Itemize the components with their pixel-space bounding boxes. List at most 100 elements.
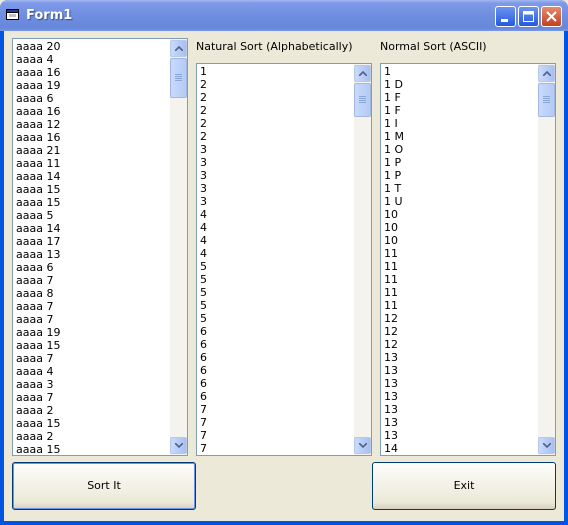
list-item[interactable]: 13 [384,403,537,416]
list-item[interactable]: 6 [200,351,353,364]
title-bar[interactable]: Form1 [0,0,568,31]
scroll-down-button[interactable] [354,437,371,454]
normal-sort-listbox[interactable]: 11 D1 F1 F1 I1 M1 O1 P1 P1 T1 U 10 10 10 11 1… [380,63,556,456]
list-item[interactable]: 3 [200,156,353,169]
list-item[interactable]: 3 [200,169,353,182]
list-item[interactable]: 5 [200,273,353,286]
scroll-up-button[interactable] [354,65,371,82]
list-item[interactable]: 2 [200,91,353,104]
list-item[interactable]: 7 [200,429,353,442]
list-item[interactable]: 11 [384,273,537,286]
list-item[interactable]: aaaa 3 [16,378,169,391]
list-item[interactable]: aaaa 11 [16,157,169,170]
list-item[interactable]: 4 [200,208,353,221]
list-item[interactable]: aaaa 19 [16,79,169,92]
list-item[interactable]: 12 [384,338,537,351]
list-item[interactable]: aaaa 7 [16,274,169,287]
list-item[interactable]: 3 [200,195,353,208]
scroll-thumb[interactable] [170,58,187,98]
list-item[interactable]: 7 [200,403,353,416]
list-item[interactable]: 11 [384,247,537,260]
list-item[interactable]: 6 [200,390,353,403]
list-item[interactable]: 4 [200,221,353,234]
list-item[interactable]: 5 [200,286,353,299]
list-item[interactable]: aaaa 7 [16,391,169,404]
list-item[interactable]: aaaa 12 [16,118,169,131]
list-item[interactable]: 2 [200,78,353,91]
list-item[interactable]: 4 [200,234,353,247]
list-item[interactable]: 6 [200,338,353,351]
list-item[interactable]: 5 [200,312,353,325]
list-item[interactable]: 1 T [384,182,537,195]
list-item[interactable]: 13 [384,429,537,442]
list-item[interactable]: 1 [200,65,353,78]
list-item[interactable]: 3 [200,143,353,156]
list-item[interactable]: 1 F [384,104,537,117]
unsorted-listbox[interactable]: aaaa 20 aaaa 4 aaaa 16 aaaa 19 aaaa 6 aaaa 16… [12,38,188,456]
list-item[interactable]: 2 [200,130,353,143]
list-item[interactable]: 6 [200,377,353,390]
list-item[interactable]: 10 [384,221,537,234]
list-item[interactable]: aaaa 17 [16,235,169,248]
list-item[interactable]: aaaa 6 [16,92,169,105]
list-item[interactable]: 1 I [384,117,537,130]
list-item[interactable]: 5 [200,260,353,273]
list-item[interactable]: 1 P [384,156,537,169]
list-item[interactable]: aaaa 15 [16,443,169,455]
list-item[interactable]: 12 [384,325,537,338]
list-item[interactable]: aaaa 13 [16,248,169,261]
list-item[interactable]: aaaa 15 [16,339,169,352]
list-item[interactable]: aaaa 15 [16,183,169,196]
list-item[interactable]: 3 [200,182,353,195]
list-item[interactable]: 1 M [384,130,537,143]
list-item[interactable]: aaaa 20 [16,40,169,53]
list-item[interactable]: aaaa 19 [16,326,169,339]
exit-button[interactable]: Exit [372,462,556,510]
list-item[interactable]: aaaa 14 [16,170,169,183]
list-item[interactable]: 1 D [384,78,537,91]
list-item[interactable]: aaaa 21 [16,144,169,157]
list-item[interactable]: 1 P [384,169,537,182]
list-item[interactable]: aaaa 7 [16,352,169,365]
list-item[interactable]: 1 O [384,143,537,156]
natural-sort-listbox[interactable]: 122222333334444555556666667777 [196,63,372,456]
list-item[interactable]: aaaa 15 [16,196,169,209]
list-item[interactable]: 11 [384,299,537,312]
list-item[interactable]: aaaa 2 [16,430,169,443]
scroll-thumb[interactable] [354,83,371,117]
natural-sort-scrollbar[interactable] [354,64,371,455]
scroll-up-button[interactable] [538,65,555,82]
list-item[interactable]: aaaa 15 [16,417,169,430]
scroll-thumb[interactable] [538,83,555,117]
list-item[interactable]: 13 [384,364,537,377]
list-item[interactable]: 2 [200,104,353,117]
list-item[interactable]: aaaa 7 [16,300,169,313]
minimize-button[interactable] [495,6,516,27]
list-item[interactable]: 13 [384,390,537,403]
list-item[interactable]: 13 [384,351,537,364]
maximize-button[interactable] [518,6,539,27]
list-item[interactable]: 6 [200,325,353,338]
list-item[interactable]: 11 [384,286,537,299]
list-item[interactable]: aaaa 16 [16,131,169,144]
list-item[interactable]: 11 [384,260,537,273]
form-icon[interactable] [6,8,20,21]
list-item[interactable]: 4 [200,247,353,260]
list-item[interactable]: 13 [384,377,537,390]
list-item[interactable]: 7 [200,442,353,455]
list-item[interactable]: aaaa 5 [16,209,169,222]
list-item[interactable]: 1 [384,65,537,78]
normal-sort-scrollbar[interactable] [538,64,555,455]
list-item[interactable]: 1 U [384,195,537,208]
list-item[interactable]: 13 [384,416,537,429]
list-item[interactable]: aaaa 2 [16,404,169,417]
list-item[interactable]: 5 [200,299,353,312]
list-item[interactable]: aaaa 7 [16,313,169,326]
scroll-down-button[interactable] [538,437,555,454]
unsorted-scrollbar[interactable] [170,39,187,455]
list-item[interactable]: aaaa 4 [16,365,169,378]
scroll-down-button[interactable] [170,437,187,454]
scroll-up-button[interactable] [170,40,187,57]
sort-it-button[interactable]: Sort It [12,462,196,510]
list-item[interactable]: 10 [384,208,537,221]
